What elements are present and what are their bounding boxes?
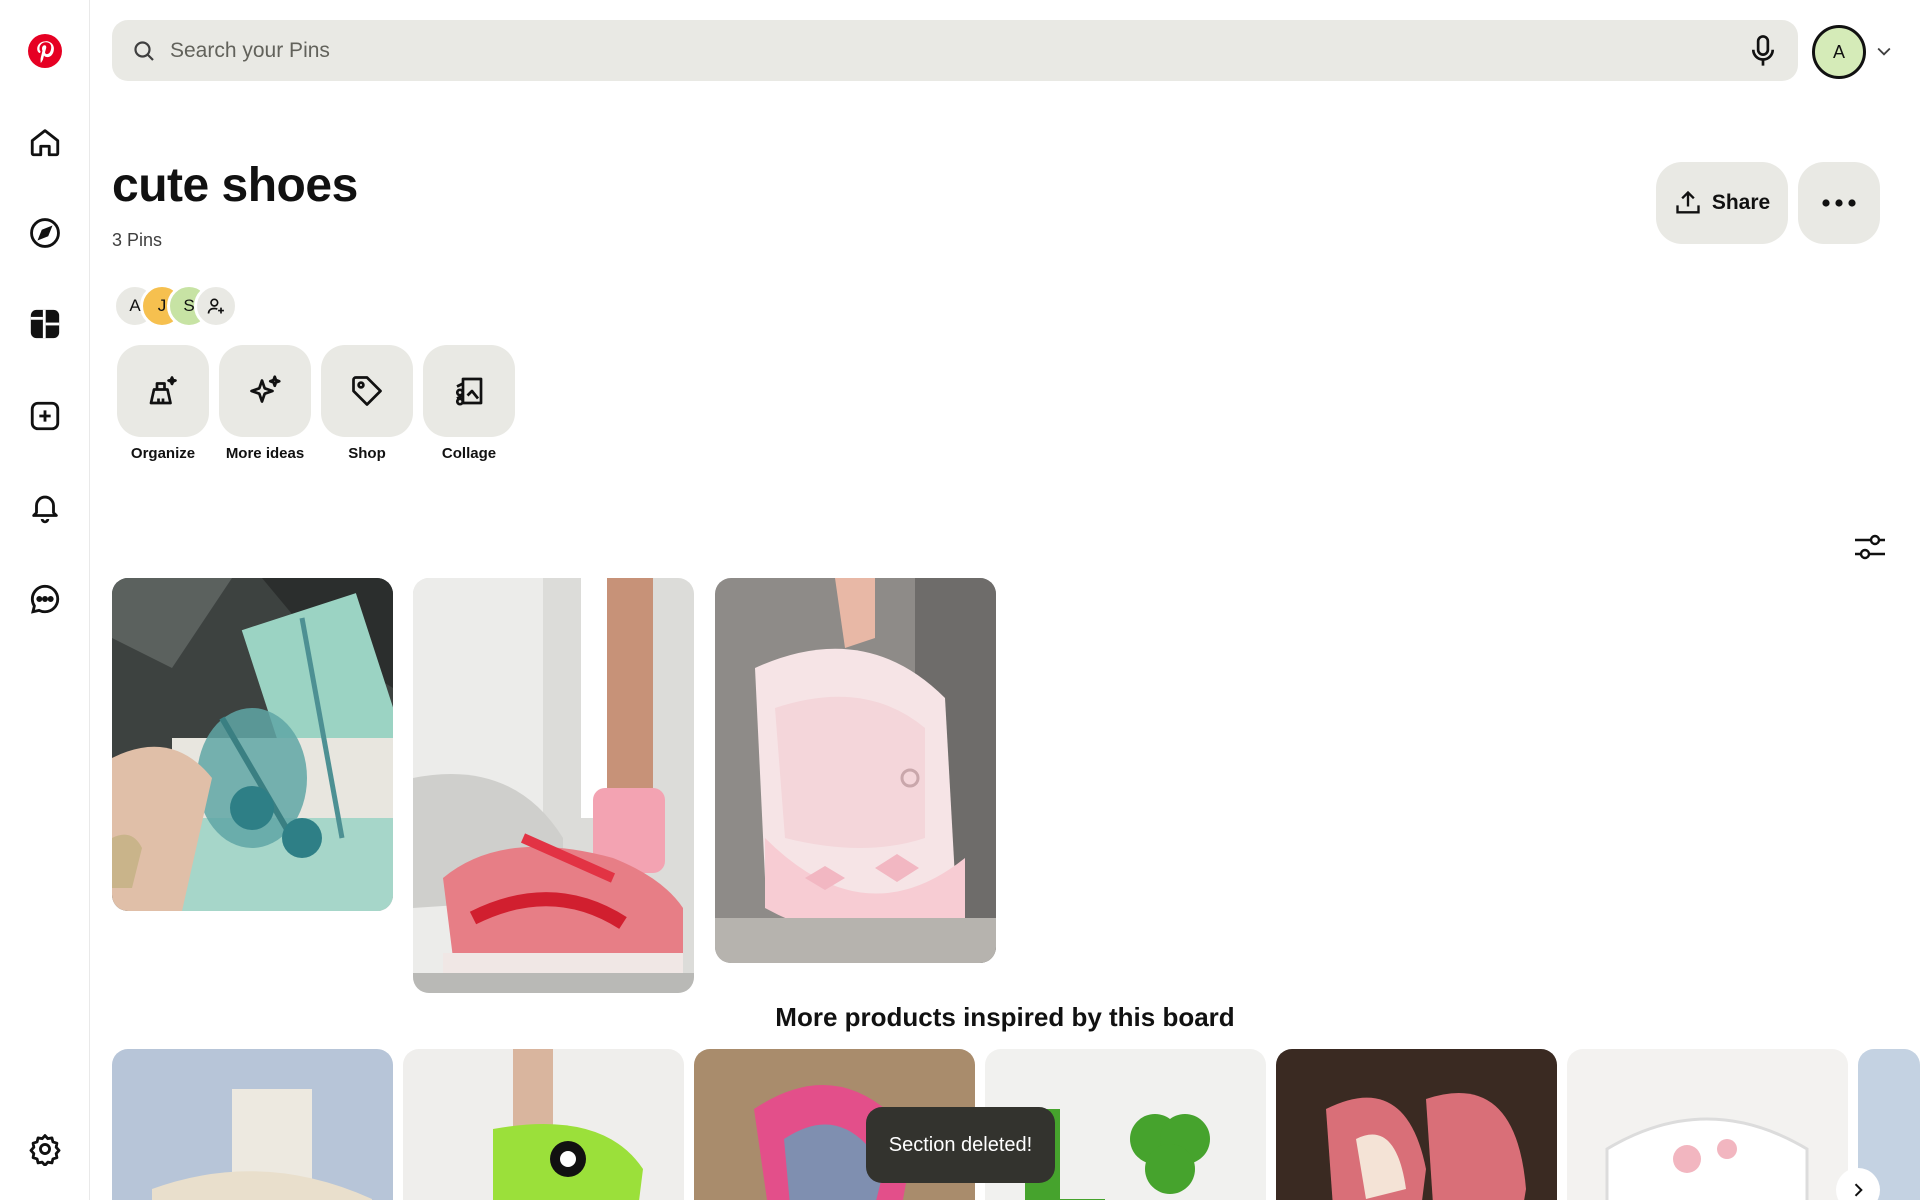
microphone-icon[interactable] <box>1748 34 1778 68</box>
more-options-button[interactable] <box>1798 162 1880 244</box>
compass-icon[interactable] <box>21 209 69 257</box>
filter-sliders-icon[interactable] <box>1853 532 1887 562</box>
gear-icon[interactable] <box>21 1125 69 1173</box>
product-card[interactable] <box>1567 1049 1848 1200</box>
tool-label: More ideas <box>225 445 305 462</box>
tag-icon <box>352 376 382 406</box>
pin-card[interactable] <box>715 578 996 963</box>
collaborator-initial: A <box>129 296 141 315</box>
tool-shop[interactable]: Shop <box>321 345 413 462</box>
add-person-icon <box>207 298 224 314</box>
share-label: Share <box>1711 191 1771 214</box>
product-card[interactable] <box>403 1049 684 1200</box>
more-products-heading: More products inspired by this board <box>775 1002 1235 1032</box>
pin-count: 3 Pins <box>112 230 163 250</box>
add-collaborator-button[interactable] <box>194 284 238 328</box>
toast-notification: Section deleted! <box>866 1107 1055 1183</box>
page-title: cute shoes <box>112 159 358 212</box>
chevron-down-icon[interactable] <box>1874 41 1894 61</box>
chevron-right-icon <box>1854 1183 1863 1197</box>
pin-card[interactable] <box>413 578 694 993</box>
share-button[interactable]: Share <box>1656 162 1788 244</box>
search-icon <box>134 40 154 61</box>
collaborator-initial: J <box>157 296 167 315</box>
tool-more-ideas[interactable]: More ideas <box>219 345 311 462</box>
product-image <box>112 1049 393 1200</box>
product-image <box>1567 1049 1848 1200</box>
broom-sparkle-icon <box>149 376 177 405</box>
pin-image <box>413 578 694 993</box>
tool-organize[interactable]: Organize <box>117 345 209 462</box>
product-card[interactable] <box>112 1049 393 1200</box>
boards-icon[interactable] <box>21 300 69 348</box>
chat-icon[interactable] <box>21 575 69 623</box>
pin-image <box>112 578 393 911</box>
pin-card[interactable] <box>112 578 393 911</box>
product-card[interactable] <box>1276 1049 1557 1200</box>
collage-scissors-icon <box>455 377 483 406</box>
tool-collage[interactable]: Collage <box>423 345 515 462</box>
product-image <box>403 1049 684 1200</box>
home-icon[interactable] <box>21 118 69 166</box>
plus-square-icon[interactable] <box>21 392 69 440</box>
bell-icon[interactable] <box>21 483 69 531</box>
avatar-initial: A <box>1832 41 1845 62</box>
product-image <box>1276 1049 1557 1200</box>
tool-label: Collage <box>441 445 497 462</box>
ellipsis-icon <box>1822 199 1856 207</box>
avatar[interactable]: A <box>1812 25 1866 79</box>
pin-image <box>715 578 996 963</box>
toast-message: Section deleted! <box>888 1133 1033 1156</box>
search-input[interactable] <box>170 38 1748 63</box>
tool-label: Shop <box>348 445 386 462</box>
search-bar[interactable] <box>112 20 1798 81</box>
sparkles-icon <box>250 375 281 403</box>
pinterest-logo-icon[interactable] <box>21 27 69 75</box>
upload-icon <box>1676 190 1700 214</box>
tool-label: Organize <box>130 445 196 462</box>
collaborator-initial: S <box>183 296 195 315</box>
